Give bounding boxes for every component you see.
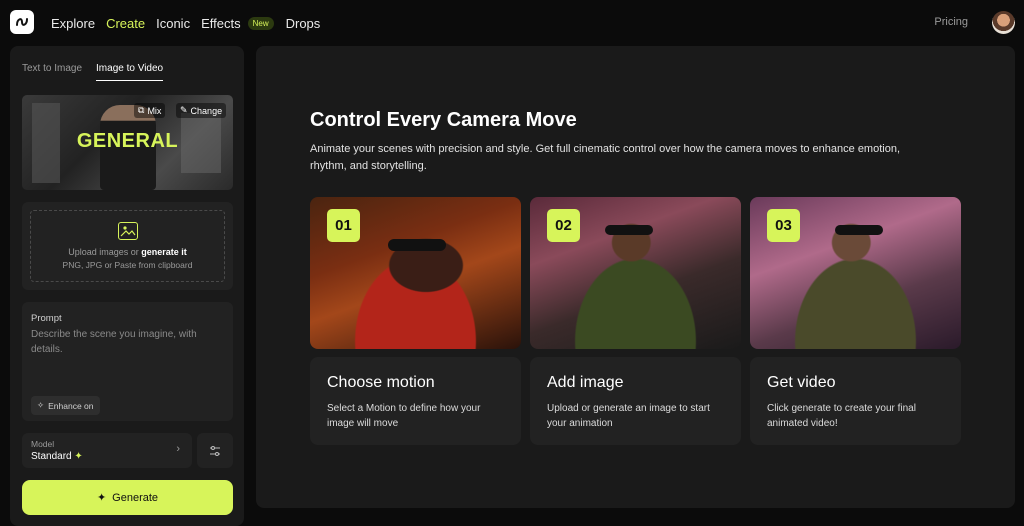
preview-overlay-text: GENERAL — [76, 130, 179, 152]
main-panel: Control Every Camera Move Animate your s… — [256, 46, 1015, 508]
settings-button[interactable] — [197, 433, 233, 468]
page-description: Animate your scenes with precision and s… — [310, 143, 901, 172]
sliders-icon — [210, 445, 220, 456]
tab-image-to-video[interactable]: Image to Video — [96, 63, 164, 81]
image-add-icon — [118, 222, 138, 240]
top-nav: Explore Create Iconic Effects New Drops … — [0, 0, 1024, 46]
enhance-toggle[interactable]: ✧ Enhance on — [31, 396, 100, 415]
step-image-detail — [605, 225, 653, 235]
nav-items: Explore Create Iconic Effects New Drops — [51, 0, 331, 46]
nav-iconic[interactable]: Iconic — [156, 16, 190, 31]
pricing-link[interactable]: Pricing — [934, 16, 968, 28]
nav-effects[interactable]: Effects — [201, 16, 241, 31]
step-title: Get video — [767, 374, 836, 391]
upload-formats: PNG, JPG or Paste from clipboard — [62, 260, 193, 270]
step-number: 02 — [547, 209, 580, 242]
step-image: 03 — [750, 197, 961, 349]
step-title: Choose motion — [327, 374, 435, 391]
mix-label: Mix — [147, 105, 162, 116]
new-badge: New — [247, 16, 274, 30]
step-description: Upload or generate an image to start you… — [547, 403, 710, 429]
step-card: 01 Choose motion Select a Motion to defi… — [310, 197, 521, 445]
step-description: Click generate to create your final anim… — [767, 403, 916, 429]
step-number: 01 — [327, 209, 360, 242]
model-value: Standard ✦ — [31, 451, 83, 462]
avatar[interactable] — [992, 11, 1015, 34]
model-label: Model — [31, 439, 55, 449]
tab-text-to-image[interactable]: Text to Image — [22, 63, 82, 81]
step-description: Select a Motion to define how your image… — [327, 403, 481, 429]
chevron-right-icon: › — [176, 443, 180, 455]
step-image: 01 — [310, 197, 521, 349]
logo-icon[interactable] — [10, 10, 34, 34]
page-title: Control Every Camera Move — [310, 109, 577, 131]
step-image: 02 — [530, 197, 741, 349]
magic-wand-icon: ✧ — [37, 400, 45, 410]
step-image-detail — [835, 225, 883, 235]
nav-create[interactable]: Create — [106, 16, 145, 31]
nav-explore[interactable]: Explore — [51, 16, 95, 31]
change-label: Change — [190, 105, 223, 116]
upload-instructions: Upload images or generate it — [68, 247, 187, 257]
mode-tabs: Text to Image Image to Video — [22, 63, 164, 81]
generate-label: Generate — [112, 491, 159, 504]
left-panel: Text to Image Image to Video GENERAL ⧉ M… — [10, 46, 244, 526]
change-button[interactable]: ✎ Change — [176, 103, 227, 118]
upload-dropzone[interactable]: Upload images or generate it PNG, JPG or… — [30, 210, 225, 282]
upload-area[interactable]: Upload images or generate it PNG, JPG or… — [22, 202, 233, 290]
mix-icon: ⧉ — [138, 105, 145, 115]
step-number: 03 — [767, 209, 800, 242]
prompt-label: Prompt — [31, 313, 62, 324]
step-card: 03 Get video Click generate to create yo… — [750, 197, 961, 445]
step-body: Add image Upload or generate an image to… — [530, 357, 741, 445]
enhance-label: Enhance on — [48, 400, 94, 411]
generate-it-link[interactable]: generate it — [141, 247, 187, 257]
step-card: 02 Add image Upload or generate an image… — [530, 197, 741, 445]
sparkle-icon: ✦ — [96, 492, 107, 504]
generate-button[interactable]: ✦ Generate — [22, 480, 233, 515]
model-selector[interactable]: Model Standard ✦ › — [22, 433, 192, 468]
prompt-box[interactable]: Prompt Describe the scene you imagine, w… — [22, 302, 233, 421]
motion-preview[interactable]: GENERAL ⧉ Mix ✎ Change — [22, 95, 233, 190]
step-body: Get video Click generate to create your … — [750, 357, 961, 445]
step-image-detail — [388, 239, 446, 251]
prompt-input[interactable]: Describe the scene you imagine, with det… — [31, 327, 221, 357]
pencil-icon: ✎ — [180, 105, 188, 115]
step-title: Add image — [547, 374, 624, 391]
step-body: Choose motion Select a Motion to define … — [310, 357, 521, 445]
nav-drops[interactable]: Drops — [286, 16, 321, 31]
mix-button[interactable]: ⧉ Mix — [134, 103, 166, 118]
sparkle-icon: ✦ — [74, 451, 83, 462]
